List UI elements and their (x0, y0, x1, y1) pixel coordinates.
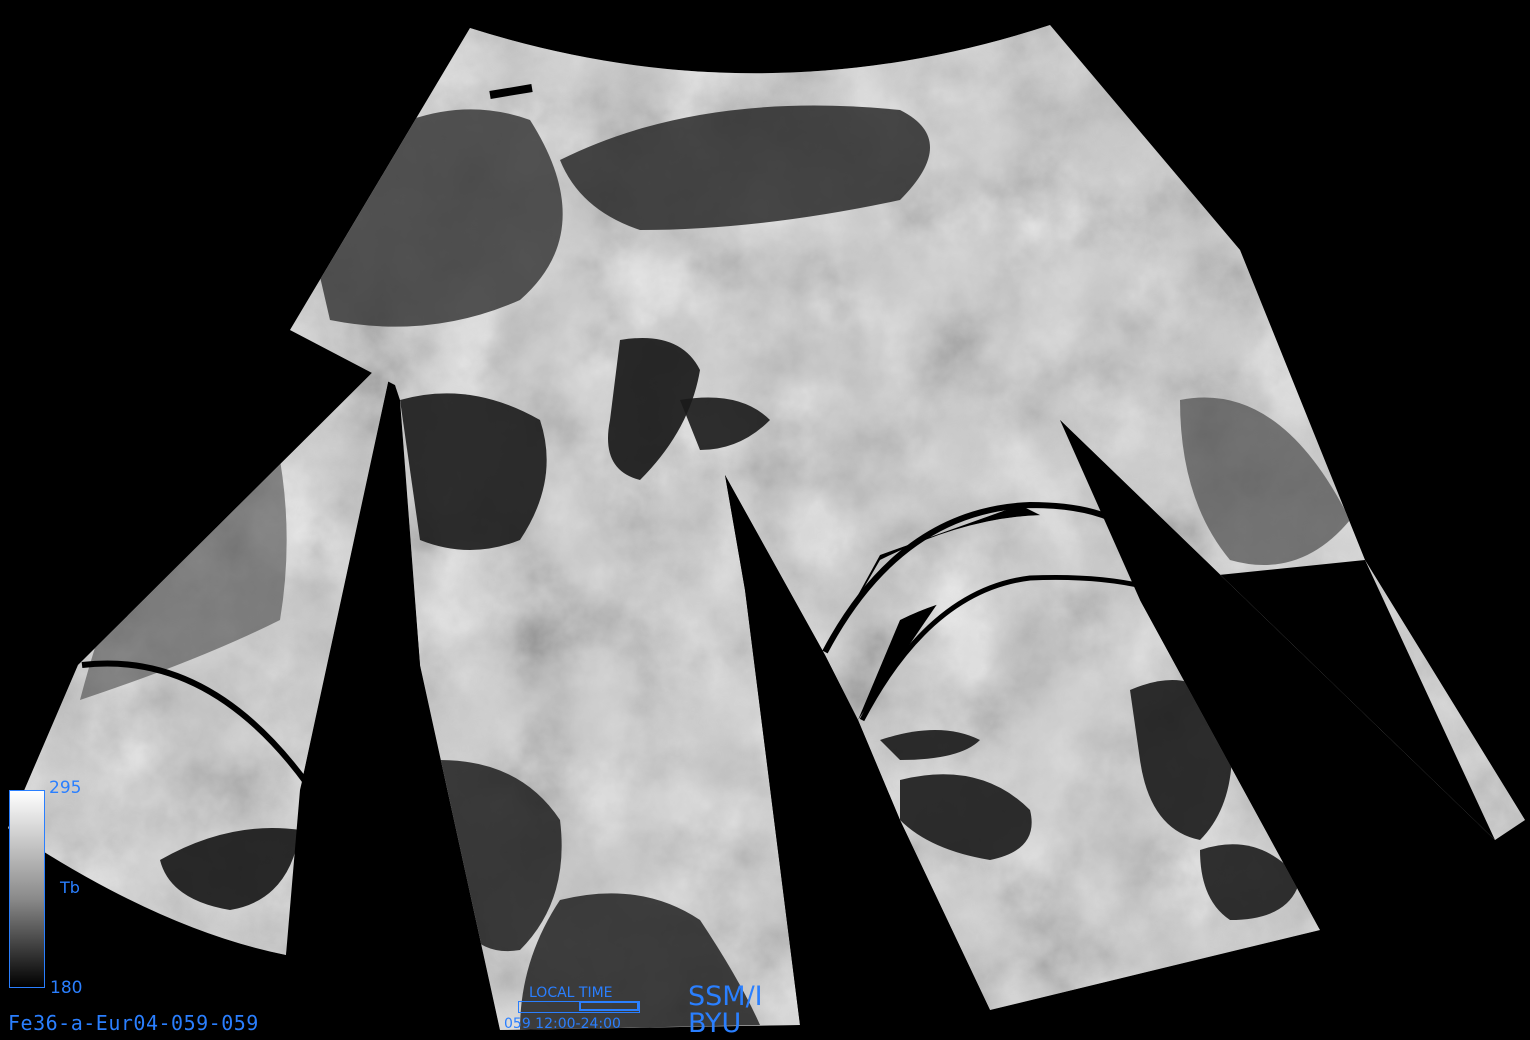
colorbar (9, 790, 45, 988)
institution-label: BYU (688, 1008, 742, 1039)
local-time-bar (518, 1001, 640, 1013)
colorbar-variable-label: Tb (60, 878, 80, 897)
brightness-temperature-map (0, 0, 1530, 1040)
local-time-range: 059 12:00-24:00 (504, 1016, 621, 1032)
local-time-title: LOCAL TIME (529, 985, 613, 1001)
colorbar-max-label: 295 (49, 778, 82, 798)
image-filename: Fe36-a-Eur04-059-059 (8, 1011, 259, 1035)
colorbar-min-label: 180 (50, 978, 83, 998)
sensor-label: SSM/I (688, 981, 763, 1012)
local-time-bar-fill (579, 1001, 639, 1011)
